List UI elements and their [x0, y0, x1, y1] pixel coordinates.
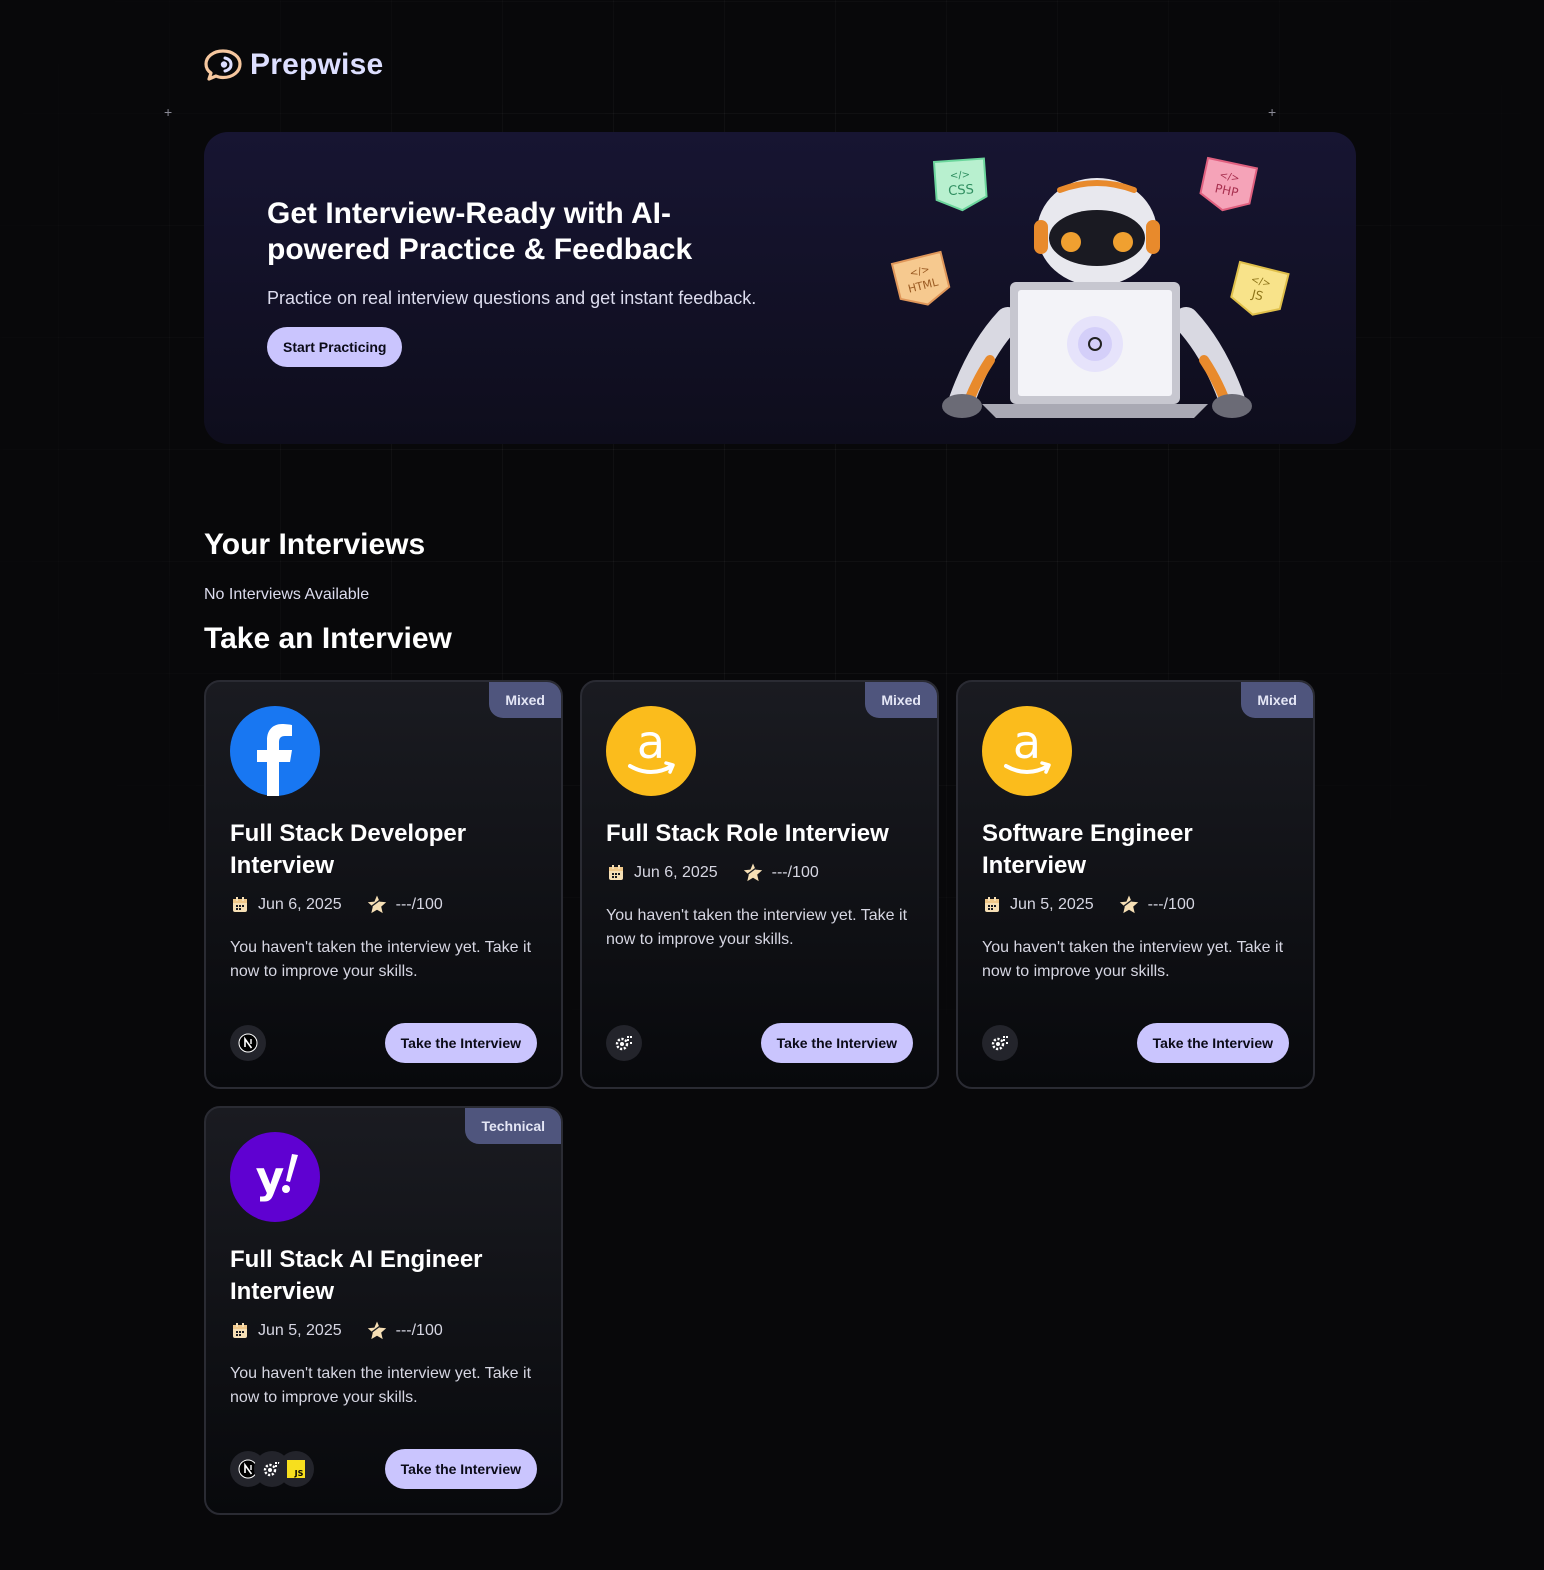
js-sticker-icon: JS </> [1230, 260, 1290, 316]
interview-card: Mixed a Full Stack Role Interview Jun 6,… [580, 680, 939, 1089]
take-interview-section: Take an Interview Mixed Full Stack Devel… [204, 622, 1356, 1515]
card-footer: JS Take the Interview [230, 1449, 537, 1489]
yahoo-logo-icon: y [230, 1132, 320, 1222]
interview-score: ---/100 [395, 1322, 443, 1339]
star-icon [367, 895, 386, 914]
interview-description: You haven't taken the interview yet. Tak… [230, 939, 532, 980]
interview-type-badge: Mixed [489, 682, 561, 718]
interview-title: Full Stack Role Interview [606, 820, 889, 847]
star-icon [1119, 895, 1138, 914]
css-sticker-icon: CSS </> [932, 157, 988, 212]
card-footer: Take the Interview [982, 1023, 1289, 1063]
interview-type-badge: Technical [465, 1108, 561, 1144]
interview-date: Jun 6, 2025 [634, 864, 718, 881]
sparkle-decoration: + [164, 104, 173, 120]
interview-card: Mixed Full Stack Developer Interview Jun… [204, 680, 563, 1089]
interview-card: Mixed a Software Engineer Interview Jun … [956, 680, 1315, 1089]
hero-banner: Get Interview-Ready with AI-powered Prac… [204, 132, 1356, 444]
robot-illustration: CSS </> PHP </> HTML </> JS </> [890, 156, 1290, 418]
interview-cards-grid: Mixed Full Stack Developer Interview Jun… [204, 680, 1356, 1515]
hero-title: Get Interview-Ready with AI-powered Prac… [267, 197, 693, 266]
your-interviews-section: Your Interviews No Interviews Available [204, 528, 1356, 604]
start-practicing-button[interactable]: Start Practicing [267, 327, 403, 367]
card-footer: Take the Interview [230, 1023, 537, 1063]
star-icon [367, 1321, 386, 1340]
interview-meta: Jun 5, 2025 ---/100 [230, 1320, 537, 1342]
tech-stack: JS [230, 1451, 314, 1487]
php-sticker-icon: PHP </> [1199, 156, 1259, 212]
tech-stack [982, 1025, 1018, 1061]
logo-link[interactable]: Prepwise [204, 48, 383, 82]
take-interview-title: Take an Interview [204, 622, 452, 655]
calendar-icon [985, 897, 999, 912]
tech-stack [606, 1025, 642, 1061]
html-sticker-icon: HTML </> [890, 250, 951, 306]
card-footer: Take the Interview [606, 1023, 913, 1063]
javascript-icon: JS [278, 1451, 314, 1487]
svg-text:a: a [1013, 715, 1041, 769]
interview-score: ---/100 [1147, 896, 1195, 913]
svg-text:a: a [637, 715, 665, 769]
nextjs-icon [230, 1025, 266, 1061]
interview-description: You haven't taken the interview yet. Tak… [982, 939, 1284, 980]
interview-date: Jun 5, 2025 [1010, 896, 1094, 913]
facebook-logo-icon [230, 706, 320, 796]
interview-score: ---/100 [771, 864, 819, 881]
calendar-icon [233, 897, 247, 912]
tech-gear-icon [982, 1025, 1018, 1061]
take-interview-button[interactable]: Take the Interview [760, 1023, 913, 1063]
interview-meta: Jun 6, 2025 ---/100 [606, 862, 913, 884]
interview-description: You haven't taken the interview yet. Tak… [606, 907, 908, 948]
amazon-logo-icon: a [606, 706, 696, 796]
svg-text:y: y [256, 1152, 285, 1203]
take-interview-button[interactable]: Take the Interview [384, 1449, 537, 1489]
interview-card: Technical y Full Stack AI Engineer Inter… [204, 1106, 563, 1515]
interview-meta: Jun 6, 2025 ---/100 [230, 894, 537, 916]
brand-name: Prepwise [250, 48, 384, 81]
take-interview-button[interactable]: Take the Interview [1136, 1023, 1289, 1063]
interview-description: You haven't taken the interview yet. Tak… [230, 1365, 532, 1406]
calendar-icon [609, 865, 623, 880]
svg-text:CSS: CSS [948, 182, 975, 199]
interview-title: Full Stack Developer Interview [230, 820, 467, 879]
empty-state-text: No Interviews Available [204, 586, 370, 603]
take-interview-button[interactable]: Take the Interview [384, 1023, 537, 1063]
interview-type-badge: Mixed [1241, 682, 1313, 718]
your-interviews-title: Your Interviews [204, 528, 426, 561]
interview-title: Full Stack AI Engineer Interview [230, 1246, 483, 1305]
interview-type-badge: Mixed [865, 682, 937, 718]
navbar: Prepwise [204, 0, 1356, 132]
tech-gear-icon [606, 1025, 642, 1061]
tech-stack [230, 1025, 266, 1061]
interview-meta: Jun 5, 2025 ---/100 [982, 894, 1289, 916]
interview-date: Jun 6, 2025 [258, 896, 342, 913]
logo-chat-icon [204, 49, 242, 81]
amazon-logo-icon: a [982, 706, 1072, 796]
svg-text:JS: JS [294, 1469, 304, 1478]
star-icon [743, 863, 762, 882]
interview-title: Software Engineer Interview [982, 820, 1193, 879]
svg-text:</>: </> [950, 170, 971, 182]
interview-score: ---/100 [395, 896, 443, 913]
calendar-icon [233, 1323, 247, 1338]
interview-date: Jun 5, 2025 [258, 1322, 342, 1339]
